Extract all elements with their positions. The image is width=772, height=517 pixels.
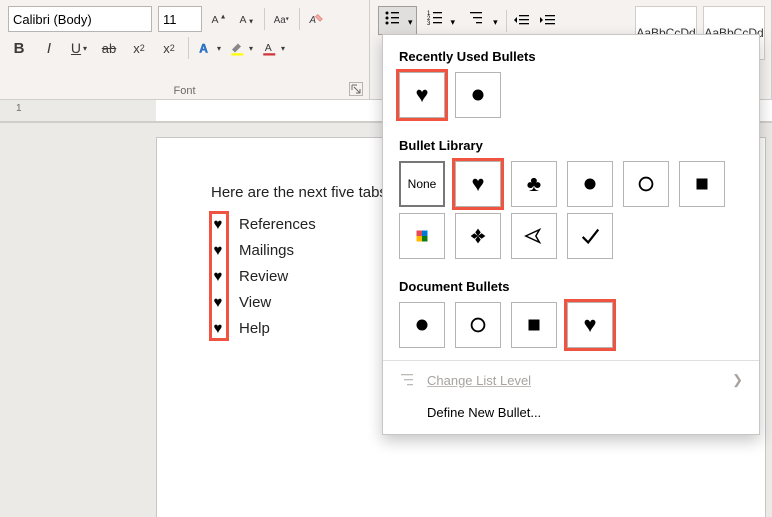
- ruler-number: 1: [16, 103, 22, 114]
- bullet-swatch-disc[interactable]: [399, 302, 445, 348]
- heart-icon: ♥: [211, 216, 225, 233]
- font-size-combo[interactable]: [158, 6, 202, 32]
- change-list-level-menuitem: Change List Level ❯: [383, 363, 759, 397]
- superscript-button[interactable]: x2: [158, 36, 180, 60]
- list-item-label: Review: [239, 268, 288, 285]
- bullet-swatch-circle[interactable]: [623, 161, 669, 207]
- bullet-swatch-square[interactable]: [511, 302, 557, 348]
- clear-formatting-button[interactable]: A: [306, 7, 328, 31]
- svg-text:A: A: [265, 42, 272, 54]
- bullet-swatch-heart[interactable]: ♥: [399, 72, 445, 118]
- list-item-label: Help: [239, 320, 270, 337]
- change-level-icon: [399, 371, 417, 389]
- heart-icon: ♥: [211, 268, 225, 285]
- italic-button[interactable]: I: [38, 36, 60, 60]
- bullet-swatch-arrow[interactable]: [511, 213, 557, 259]
- svg-text:A: A: [212, 14, 219, 26]
- define-new-bullet-menuitem[interactable]: Define New Bullet...: [383, 397, 759, 428]
- ruler-margin-shade: [0, 100, 156, 121]
- define-new-bullet-label: Define New Bullet...: [427, 405, 541, 420]
- bullet-swatch-heart[interactable]: ♥: [455, 161, 501, 207]
- bullet-swatch-heart[interactable]: ♥: [567, 302, 613, 348]
- bullets-split-button[interactable]: ▾: [378, 6, 417, 35]
- numbering-split-button[interactable]: 123 ▾: [421, 6, 460, 35]
- font-name-combo[interactable]: [8, 6, 152, 32]
- bullet-swatch-circle[interactable]: [455, 302, 501, 348]
- bullet-swatch-4color[interactable]: [399, 213, 445, 259]
- list-item-label: References: [239, 216, 316, 233]
- decrease-font-size-button[interactable]: A▼: [236, 7, 258, 31]
- list-item-label: Mailings: [239, 242, 294, 259]
- separator: [506, 10, 507, 32]
- svg-text:▲: ▲: [220, 13, 227, 20]
- underline-button[interactable]: U▾: [68, 36, 90, 60]
- separator: [188, 37, 189, 59]
- font-dialog-launcher[interactable]: [349, 82, 363, 96]
- font-color-button[interactable]: A▾: [261, 36, 285, 60]
- change-list-level-label: Change List Level: [427, 373, 531, 388]
- bullet-swatch-square[interactable]: [679, 161, 725, 207]
- bullet-swatch-disc[interactable]: [567, 161, 613, 207]
- document-bullets-title: Document Bullets: [383, 265, 759, 302]
- increase-indent-button[interactable]: [537, 9, 559, 33]
- decrease-indent-button[interactable]: [511, 9, 533, 33]
- increase-font-size-button[interactable]: A▲: [208, 7, 230, 31]
- bullet-swatch-4diamond[interactable]: [455, 213, 501, 259]
- strikethrough-button[interactable]: ab: [98, 36, 120, 60]
- svg-text:A: A: [309, 15, 317, 26]
- separator: [264, 8, 265, 30]
- list-item-label: View: [239, 294, 271, 311]
- font-group: A▲ A▼ Aa▾ A B I U▾ ab x2 x2 A▾ ▾ A▾ Font: [0, 0, 370, 100]
- svg-text:▼: ▼: [248, 19, 255, 26]
- chevron-right-icon: ❯: [732, 372, 743, 388]
- svg-text:A: A: [199, 42, 208, 56]
- highlight-button[interactable]: ▾: [229, 36, 253, 60]
- multilevel-list-split-button[interactable]: ▾: [463, 6, 502, 35]
- bullet-swatch-check[interactable]: [567, 213, 613, 259]
- separator: [299, 8, 300, 30]
- bold-button[interactable]: B: [8, 36, 30, 60]
- bullet-swatch-club[interactable]: ♣: [511, 161, 557, 207]
- svg-text:3: 3: [427, 21, 431, 27]
- svg-text:Aa: Aa: [274, 15, 287, 26]
- heart-icon: ♥: [211, 294, 225, 311]
- bullet-library-title: Bullet Library: [383, 124, 759, 161]
- heart-icon: ♥: [211, 242, 225, 259]
- recent-bullets-title: Recently Used Bullets: [383, 35, 759, 72]
- font-group-label: Font: [0, 85, 369, 97]
- heart-icon: ♥: [211, 320, 225, 337]
- change-case-button[interactable]: Aa▾: [271, 7, 293, 31]
- svg-text:▾: ▾: [286, 17, 289, 23]
- subscript-button[interactable]: x2: [128, 36, 150, 60]
- bullet-swatch-none[interactable]: None: [399, 161, 445, 207]
- bullet-swatch-disc[interactable]: [455, 72, 501, 118]
- svg-text:A: A: [240, 14, 247, 26]
- bullets-dropdown: Recently Used Bullets ♥ Bullet Library N…: [382, 34, 760, 435]
- text-effects-button[interactable]: A▾: [197, 36, 221, 60]
